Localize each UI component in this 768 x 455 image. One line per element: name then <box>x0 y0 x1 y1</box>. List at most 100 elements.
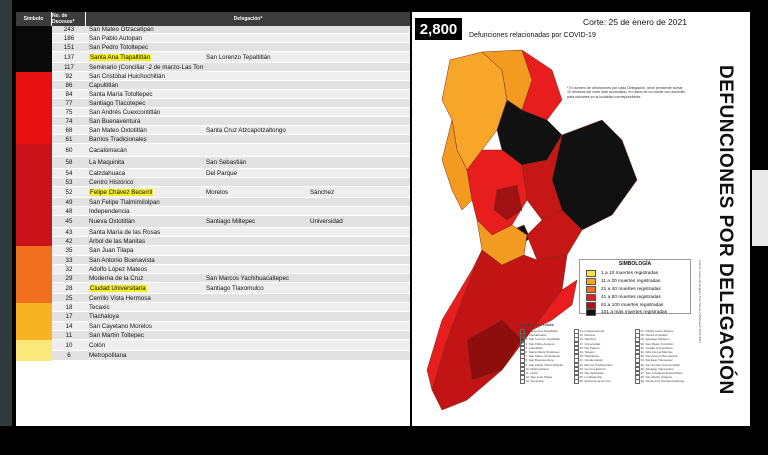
table-row: 10 Colón <box>52 340 410 351</box>
decesos-count: 243 <box>63 26 75 33</box>
table-row: 45 Nueva Oxtotitlán Santiago Miltepec Unive… <box>52 216 410 228</box>
delegacion-text: Santiago Miltepec <box>206 218 256 225</box>
delegacion-name: Barrios Tradicionales <box>86 136 203 143</box>
delegacion-name: Centro Histórico <box>86 179 203 186</box>
delegacion-name: Moderna de la Cruz <box>86 275 203 282</box>
delegacion-name: San Cristóbal Huichochitlán <box>86 73 203 80</box>
decesos-count: 42 <box>65 237 73 245</box>
total-deaths-badge: 2,800 <box>415 18 462 40</box>
symbol-color-block <box>16 72 52 144</box>
index-item-label: 39. Santa Cruz Atzcapotzaltongo <box>640 379 685 384</box>
index-column: 14. Independencia 15. Morelos 16. Sánchez 1… <box>574 329 613 384</box>
decesos-count: 74 <box>65 117 73 125</box>
delegacion-name: San Sebastián <box>203 159 307 166</box>
delegacion-text: Universidad <box>310 218 343 225</box>
decesos-count: 186 <box>63 34 75 42</box>
vertical-title: DEFUNCIONES POR DELEGACIÓN <box>702 40 748 420</box>
delegacion-text: Tecaxic <box>89 303 110 311</box>
delegacion-name: Morelos <box>203 189 307 196</box>
delegacion-name: San Mateo Otzacatipan <box>86 26 203 33</box>
table-row: 43 Santa María de las Rosas <box>52 228 410 237</box>
delegacion-text: Tlachaloya <box>89 313 119 320</box>
delegacion-text: San Marcos Yachihuacaltepec <box>206 274 290 282</box>
legend-item-3: 21 a 40 muertes registradas <box>586 286 661 293</box>
delegacion-text: San Andrés Cuexcontitlán <box>89 108 161 116</box>
delegacion-text: Moderna de la Cruz <box>89 274 144 282</box>
delegacion-name: Capultitlán <box>86 82 203 89</box>
legend-label: 1 a 10 muertes registradas <box>601 271 659 276</box>
delegacion-name: Santiago Tlacotepec <box>86 100 203 107</box>
table-row: 49 San Felipe Tlalmimilolpan <box>52 198 410 207</box>
delegaciones-index-title: Delegaciones Toluca <box>520 323 554 327</box>
delegacion-name: Tecaxic <box>86 304 203 311</box>
decesos-count: 75 <box>65 108 73 116</box>
table-row: 53 Centro Histórico <box>52 178 410 187</box>
delegacion-name: San Lorenzo Tepaltitlán <box>203 54 307 61</box>
symbol-color-block <box>16 246 52 303</box>
delegacion-name: Santa Cruz Atzcapotzaltongo <box>203 127 307 134</box>
table-row: 6 Metropolitana <box>52 351 410 361</box>
decesos-count: 86 <box>65 81 73 89</box>
delegacion-name: Adolfo López Mateos <box>86 266 203 273</box>
delegacion-text: San Lorenzo Tepaltitlán <box>206 53 271 61</box>
table-row: 92 San Cristóbal Huichochitlán <box>52 72 410 81</box>
symbol-column <box>16 26 52 426</box>
symbol-color-block <box>16 340 52 361</box>
table-row: 29 Moderna de la Cruz San Marcos Yachihuac… <box>52 274 410 283</box>
table-row: 48 Independencia <box>52 207 410 216</box>
delegacion-name: San Antonio Buenavista <box>86 257 203 264</box>
header-delegacion: Delegación* <box>86 12 410 26</box>
delegacion-name: La Maquinita <box>86 159 203 166</box>
legend-title: SIMBOLOGÍA <box>618 261 652 267</box>
legend-item-2: 11 a 20 muertes registradas <box>586 278 660 285</box>
index-item: 39. Santa Cruz Atzcapotzaltongo <box>635 379 685 384</box>
delegacion-name: San Andrés Cuexcontitlán <box>86 109 203 116</box>
legend-swatch <box>586 270 596 277</box>
index-box-icon <box>574 379 579 384</box>
delegacion-name: San Pedro Totoltepec <box>86 44 203 51</box>
delegacion-text: San Martín Toltepec <box>89 331 144 339</box>
table-body: 243 San Mateo Otzacatipan 186 San Pablo Aut… <box>52 26 410 426</box>
index-item-label: 13. Seminario <box>525 379 545 384</box>
delegacion-name: Metropolitana <box>86 352 203 359</box>
decesos-count: 117 <box>64 63 74 71</box>
decesos-count: 49 <box>65 198 73 206</box>
delegacion-name: Del Parque <box>203 170 307 177</box>
table-row: 61 Barrios Tradicionales <box>52 135 410 144</box>
index-item-label: 26. Moderna de la Cruz <box>579 379 611 384</box>
side-scroll-tab[interactable] <box>752 170 768 246</box>
delegacion-name: Santiago Tlaxomulco <box>203 285 307 292</box>
table-row: 186 San Pablo Autopan <box>52 34 410 43</box>
decesos-count: 58 <box>65 159 73 166</box>
index-box-icon <box>520 379 525 384</box>
delegacion-name: San Pablo Autopan <box>86 35 203 42</box>
table-row: 54 Calzdahuaca Del Parque <box>52 169 410 178</box>
decesos-count: 11 <box>65 331 73 339</box>
index-column: 27. Adolfo López Mateos 28. Nueva Oxtotit… <box>635 329 685 384</box>
symbol-color-block <box>16 303 52 340</box>
table-row: 14 San Cayetano Morelos <box>52 322 410 331</box>
delegacion-text: Centro Histórico <box>89 178 134 186</box>
delegacion-text: Ciudad Universitaria <box>89 284 147 292</box>
decesos-count: 17 <box>65 313 73 320</box>
decesos-count: 10 <box>65 341 73 349</box>
delegacion-name: Calzdahuaca <box>86 170 203 177</box>
delegacion-name: Ciudad Universitaria <box>86 284 203 292</box>
table-row: 42 Árbol de las Manitas <box>52 237 410 246</box>
decesos-count: 48 <box>65 207 73 215</box>
delegacion-text: San Cayetano Morelos <box>89 322 152 330</box>
delegacion-text: Santa Cruz Atzcapotzaltongo <box>206 126 286 134</box>
table-row: 117 Seminario (Conciliar -2 de marzo-Las … <box>52 63 410 72</box>
delegacion-name: Santa Ana Tlapaltitlán <box>86 53 203 61</box>
map-subtitle: Defunciones relacionadas por COVID-19 <box>469 32 596 39</box>
delegacion-text: Santiago Tlacotepec <box>89 99 146 107</box>
delegacion-text: Felipe Chávez Becerril <box>89 188 154 196</box>
decesos-count: 151 <box>63 43 75 51</box>
table-row: 17 Tlachaloya <box>52 312 410 322</box>
delegaciones-index: Delegaciones Toluca 1. Santa Ana Tlapalt… <box>520 323 696 415</box>
legend-label: 11 a 20 muertes registradas <box>601 279 661 284</box>
decesos-count: 33 <box>65 256 73 264</box>
delegacion-text: Barrios Tradicionales <box>89 135 147 143</box>
table-row: 243 San Mateo Otzacatipan <box>52 26 410 34</box>
table-row: 86 Capultitlán <box>52 81 410 90</box>
